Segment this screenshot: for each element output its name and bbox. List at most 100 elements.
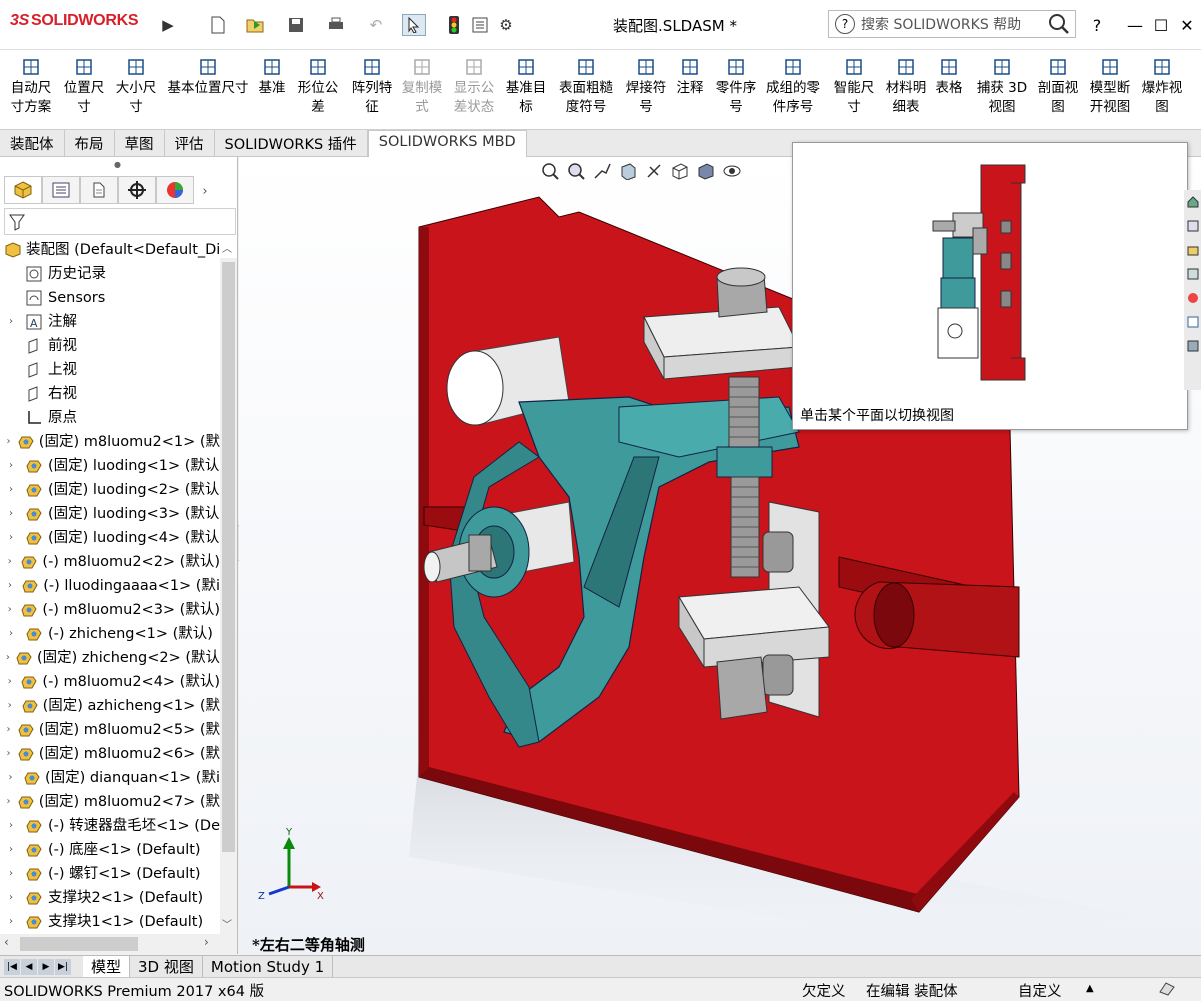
tree-expand-icon[interactable]: › <box>4 910 18 932</box>
view-orientation-icon[interactable] <box>670 160 690 182</box>
scroll-left-arrow-icon[interactable]: ‹ <box>4 935 9 949</box>
tree-expand-icon[interactable]: › <box>4 502 18 526</box>
ribbon-button-12[interactable]: 注释 <box>672 56 708 98</box>
tree-expand-icon[interactable]: › <box>4 694 16 718</box>
ribbon-button-15[interactable]: 智能尺 寸 <box>830 56 878 117</box>
select-cursor-icon[interactable] <box>402 14 426 36</box>
file-explorer-icon[interactable] <box>1184 238 1201 262</box>
next-tab-arrow-icon[interactable]: ▶ <box>38 958 54 975</box>
tree-item[interactable]: › (固定) dianquan<1> (默i <box>0 766 220 790</box>
tree-expand-icon[interactable]: › <box>4 622 18 646</box>
tree-item[interactable]: › A 注解 <box>0 310 220 334</box>
view-palette-icon[interactable] <box>1184 262 1201 286</box>
tree-item[interactable]: › (固定) m8luomu2<1> (默 <box>0 430 220 454</box>
ribbon-button-13[interactable]: 零件序 号 <box>712 56 760 117</box>
zoom-to-area-icon[interactable] <box>566 160 586 182</box>
rebuild-status-icon[interactable] <box>1158 980 1176 1000</box>
ribbon-button-10[interactable]: 表面粗糙 度符号 <box>556 56 616 117</box>
ribbon-button-20[interactable]: 模型断 开视图 <box>1086 56 1134 117</box>
print-icon[interactable] <box>324 14 348 36</box>
tree-expand-icon[interactable]: › <box>4 862 18 886</box>
tree-expand-icon[interactable]: › <box>4 718 13 742</box>
ribbon-button-5[interactable]: 形位公 差 <box>294 56 342 117</box>
search-icon[interactable] <box>1043 13 1075 35</box>
configuration-manager-tab-icon[interactable] <box>80 176 118 204</box>
display-manager-tab-icon[interactable] <box>156 176 194 204</box>
ribbon-button-19[interactable]: 剖面视 图 <box>1034 56 1082 117</box>
ribbon-button-4[interactable]: 基准 <box>256 56 288 98</box>
prev-tab-arrow-icon[interactable]: ◀ <box>21 958 37 975</box>
filter-icon[interactable] <box>9 213 27 235</box>
display-style-icon[interactable] <box>696 160 716 182</box>
help-search-box[interactable]: ? 搜索 SOLIDWORKS 帮助 <box>828 10 1076 38</box>
tree-item[interactable]: › (-) 底座<1> (Default) <box>0 838 220 862</box>
tree-expand-icon[interactable]: › <box>4 550 15 574</box>
tree-expand-icon[interactable]: › <box>4 574 16 598</box>
tree-item[interactable]: › (固定) zhicheng<2> (默认 <box>0 646 220 670</box>
ribbon-button-3[interactable]: 基本位置尺寸 <box>164 56 252 98</box>
scroll-right-arrow-icon[interactable]: › <box>204 935 209 949</box>
dimxpert-manager-tab-icon[interactable] <box>118 176 156 204</box>
tree-vscroll-thumb[interactable] <box>222 262 235 852</box>
tree-item[interactable]: › (-) m8luomu2<4> (默认) <box>0 670 220 694</box>
tree-item[interactable]: › (固定) m8luomu2<5> (默 <box>0 718 220 742</box>
tree-item[interactable]: 右视 <box>0 382 220 406</box>
help-button[interactable]: ? <box>1084 12 1110 38</box>
rebuild-icon[interactable] <box>442 14 466 36</box>
ribbon-button-6[interactable]: 阵列特 征 <box>348 56 396 117</box>
task-pane-home-icon[interactable] <box>1184 190 1201 214</box>
feature-manager-tab-icon[interactable] <box>4 176 42 204</box>
tab-4[interactable]: SOLIDWORKS 插件 <box>215 130 368 156</box>
ribbon-button-8[interactable]: 显示公 差状态 <box>450 56 498 117</box>
tree-item[interactable]: › (固定) luoding<1> (默认 <box>0 454 220 478</box>
tree-item[interactable]: › (固定) m8luomu2<7> (默 <box>0 790 220 814</box>
previous-view-icon[interactable] <box>592 160 612 182</box>
scroll-down-arrow-icon[interactable]: ﹀ <box>222 916 232 931</box>
design-library-icon[interactable] <box>1184 214 1201 238</box>
file-properties-icon[interactable] <box>468 14 492 36</box>
appearances-icon[interactable] <box>1184 286 1201 310</box>
ribbon-button-18[interactable]: 捕获 3D 视图 <box>976 56 1028 117</box>
tree-item[interactable]: › (-) 螺钉<1> (Default) <box>0 862 220 886</box>
zoom-to-fit-icon[interactable] <box>540 160 560 182</box>
custom-properties-icon[interactable] <box>1184 310 1201 334</box>
bottom-tab-2[interactable]: Motion Study 1 <box>203 955 334 978</box>
first-tab-arrow-icon[interactable]: |◀ <box>4 958 20 975</box>
tree-item[interactable]: › (固定) m8luomu2<6> (默 <box>0 742 220 766</box>
tree-expand-icon[interactable]: › <box>4 886 18 910</box>
tree-filter-box[interactable] <box>4 208 236 235</box>
manager-tabs-more-icon[interactable]: › <box>194 176 216 206</box>
bottom-tab-0[interactable]: 模型 <box>83 955 131 978</box>
property-manager-tab-icon[interactable] <box>42 176 80 204</box>
maximize-button[interactable]: ☐ <box>1148 12 1174 38</box>
tree-item[interactable]: Sensors <box>0 286 220 310</box>
tree-expand-icon[interactable]: › <box>4 310 18 334</box>
tree-expand-icon[interactable]: › <box>4 646 12 670</box>
ribbon-button-9[interactable]: 基准目 标 <box>502 56 550 117</box>
solidworks-logo[interactable]: 3S SOLIDWORKS <box>10 12 139 30</box>
ribbon-button-7[interactable]: 复制模 式 <box>398 56 446 117</box>
tree-item[interactable]: › (-) lluodingaaaa<1> (默i <box>0 574 220 598</box>
scroll-up-arrow-icon[interactable]: ︿ <box>222 240 232 255</box>
save-icon[interactable] <box>284 14 308 36</box>
view-selector-popup[interactable] <box>792 142 1188 430</box>
tree-expand-icon[interactable]: › <box>4 526 18 550</box>
undo-icon[interactable]: ↶ <box>364 14 388 36</box>
tree-item[interactable]: › (-) 转速器盘毛坯<1> (De <box>0 814 220 838</box>
tree-expand-icon[interactable]: › <box>4 454 18 478</box>
view-selector-preview[interactable] <box>793 143 1189 403</box>
tree-expand-icon[interactable]: › <box>4 430 13 454</box>
tab-5[interactable]: SOLIDWORKS MBD <box>367 130 527 158</box>
tree-item[interactable]: › (固定) luoding<4> (默认 <box>0 526 220 550</box>
tree-item[interactable]: 上视 <box>0 358 220 382</box>
tree-expand-icon[interactable]: › <box>4 814 18 838</box>
tree-expand-icon[interactable]: › <box>4 670 15 694</box>
tree-item[interactable]: › 支撑块1<1> (Default) <box>0 910 220 932</box>
panel-grip-icon[interactable]: ● <box>114 160 121 169</box>
tree-expand-icon[interactable]: › <box>4 766 17 790</box>
open-document-icon[interactable] <box>244 14 268 36</box>
minimize-button[interactable]: — <box>1122 12 1148 38</box>
last-tab-arrow-icon[interactable]: ▶| <box>55 958 71 975</box>
dynamic-annotation-icon[interactable] <box>644 160 664 182</box>
tree-item[interactable]: › (-) m8luomu2<2> (默认) <box>0 550 220 574</box>
